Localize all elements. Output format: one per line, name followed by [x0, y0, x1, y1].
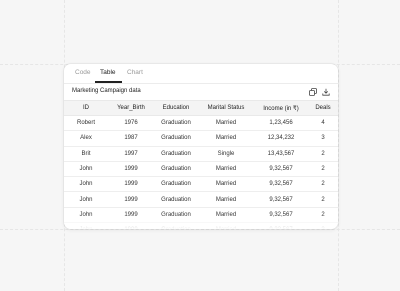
cell-id: Brit [64, 146, 108, 162]
cell-deals: 3 [308, 130, 338, 147]
cell-education: Graduation [154, 176, 198, 193]
cell-education: Graduation [154, 130, 198, 147]
cell-marital-status: Married [198, 130, 254, 147]
cell-year-birth: 1997 [108, 146, 154, 162]
column-header-marital-status[interactable]: Marital Status [198, 100, 254, 116]
active-tab-indicator [95, 81, 122, 83]
cell-year-birth: 1999 [108, 176, 154, 193]
table-header-row: ID Year_Birth Education Marital Status I… [64, 100, 338, 116]
table-row[interactable]: Brit 1997 Graduation Single 13,43,567 2 [64, 146, 338, 162]
cell-education: Graduation [154, 191, 198, 208]
cell-year-birth: 1999 [108, 161, 154, 178]
cell-income: 9,32,567 [254, 161, 308, 178]
table-row[interactable]: John1999GraduationMarried9,32,5672 [64, 161, 338, 178]
data-panel: Code Table Chart Marketing Campaign data… [64, 64, 338, 229]
column-header-id[interactable]: ID [64, 100, 108, 116]
tab-table[interactable]: Table [100, 69, 116, 76]
cell-deals: 2 [308, 191, 338, 208]
column-header-deals[interactable]: Deals [308, 100, 338, 116]
cell-income: 9,32,567 [254, 191, 308, 208]
table-row[interactable]: John1999GraduationMarried9,32,5672 [64, 191, 338, 208]
table-row[interactable]: Robert 1976 Graduation Married 1,23,456 4 [64, 115, 338, 132]
table-row[interactable]: Alex 1987 Graduation Married 12,34,232 3 [64, 130, 338, 147]
table-row[interactable]: John1999GraduationMarried9,32,5672 [64, 176, 338, 193]
cell-deals: 2 [308, 176, 338, 193]
cell-year-birth: 1976 [108, 115, 154, 132]
cell-education: Graduation [154, 161, 198, 178]
copy-icon[interactable] [308, 87, 317, 96]
cell-id: Robert [64, 115, 108, 132]
cell-year-birth: 1999 [108, 191, 154, 208]
scroll-fade [64, 214, 338, 229]
cell-income: 9,32,567 [254, 176, 308, 193]
data-table: ID Year_Birth Education Marital Status I… [64, 100, 338, 229]
tab-bar: Code Table Chart [64, 64, 338, 84]
column-header-education[interactable]: Education [154, 100, 198, 116]
guide-line [338, 0, 339, 291]
panel-header: Marketing Campaign data [64, 84, 338, 100]
panel-title: Marketing Campaign data [72, 88, 141, 94]
cell-income: 13,43,567 [254, 146, 308, 162]
cell-marital-status: Married [198, 161, 254, 178]
cell-education: Graduation [154, 146, 198, 162]
tab-code[interactable]: Code [75, 69, 91, 76]
cell-marital-status: Married [198, 176, 254, 193]
cell-deals: 2 [308, 146, 338, 162]
cell-id: John [64, 191, 108, 208]
cell-id: John [64, 176, 108, 193]
cell-marital-status: Single [198, 146, 254, 162]
cell-id: Alex [64, 130, 108, 147]
cell-deals: 2 [308, 161, 338, 178]
cell-year-birth: 1987 [108, 130, 154, 147]
cell-income: 1,23,456 [254, 115, 308, 132]
cell-deals: 4 [308, 115, 338, 132]
cell-id: John [64, 161, 108, 178]
column-header-income[interactable]: Income (in ₹) [254, 100, 308, 116]
cell-education: Graduation [154, 115, 198, 132]
cell-marital-status: Married [198, 115, 254, 132]
guide-line [0, 229, 400, 230]
cell-income: 12,34,232 [254, 130, 308, 147]
tab-chart[interactable]: Chart [127, 69, 143, 76]
download-icon[interactable] [321, 87, 330, 96]
column-header-year-birth[interactable]: Year_Birth [108, 100, 154, 116]
cell-marital-status: Married [198, 191, 254, 208]
